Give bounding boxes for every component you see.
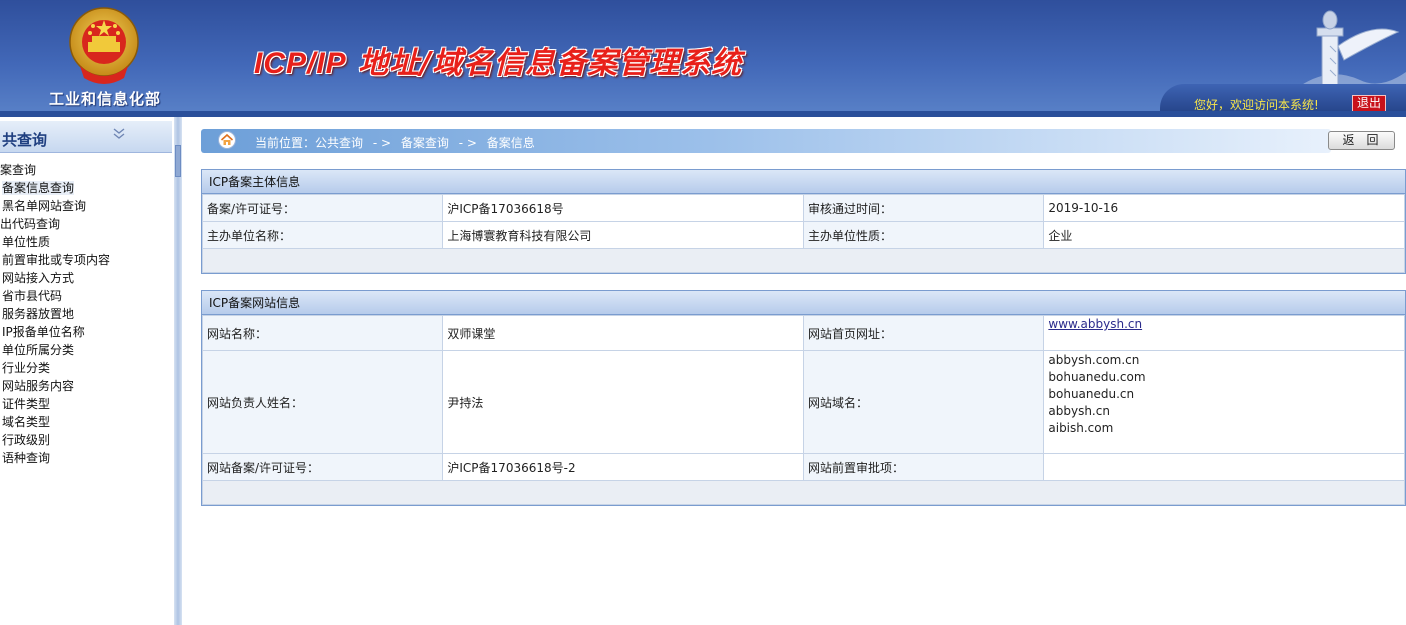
owner-label: 网站负责人姓名： [201,350,444,454]
table-row: 网站名称： 双师课堂 网站首页网址： www.abbysh.cn [201,315,1405,351]
org-name-value: 上海博寰教育科技有限公司 [442,221,804,249]
menu-item-server-location[interactable]: 服务器放置地 [0,305,174,323]
site-header: 工业和信息化部 ICP/IP 地址/域名信息备案管理系统 您好，欢迎访问本系统!… [0,0,1406,117]
site-name-label: 网站名称： [201,315,444,351]
menu-item-code-query[interactable]: 出代码查询 [0,215,174,233]
domain-label: 网站域名： [802,350,1045,454]
sidebar-menu: 案查询 备案信息查询 黑名单网站查询 出代码查询 单位性质 前置审批或专项内容 … [0,161,174,467]
breadcrumb-level2[interactable]: 备案查询 [401,136,449,150]
breadcrumb: 当前位置：公共查询 - > 备案查询 - > 备案信息 [255,134,541,151]
table-row: 主办单位名称： 上海博寰教育科技有限公司 主办单位性质： 企业 [201,221,1405,249]
menu-item-label: 服务器放置地 [2,307,75,321]
menu-item-record-query[interactable]: 案查询 [0,161,174,179]
back-button[interactable]: 返回 [1328,131,1395,150]
subject-table: 备案/许可证号： 沪ICP备17036618号 审核通过时间： 2019-10-… [201,194,1405,273]
sidebar-title: 共查询 [2,131,48,149]
breadcrumb-level3: 备案信息 [486,136,535,150]
site-license-value: 沪ICP备17036618号-2 [442,453,804,481]
icp-subject-panel: ICP备案主体信息 备案/许可证号： 沪ICP备17036618号 审核通过时间… [201,169,1406,274]
org-nature-label: 主办单位性质： [802,221,1045,249]
menu-item-label: 行政级别 [2,433,51,447]
homepage-link[interactable]: www.abbysh.cn [1048,317,1142,331]
breadcrumb-root: 当前位置：公共查询 [255,136,364,150]
menu-item-region-code[interactable]: 省市县代码 [0,287,174,305]
domain-item: abbysh.cn [1048,404,1110,418]
menu-item-label: 黑名单网站查询 [2,199,87,213]
icp-site-panel: ICP备案网站信息 网站名称： 双师课堂 网站首页网址： www.abbysh.… [201,290,1406,506]
panel-title: ICP备案网站信息 [202,291,1405,315]
menu-item-label: 语种查询 [2,451,51,465]
menu-item-label: 出代码查询 [0,217,61,231]
menu-item-label: 域名类型 [2,415,51,429]
panel-title: ICP备案主体信息 [202,170,1405,194]
splitter-grip[interactable] [175,145,181,177]
menu-item-access-method[interactable]: 网站接入方式 [0,269,174,287]
menu-item-label: 单位性质 [2,235,51,249]
menu-item-label: 备案信息查询 [2,181,75,195]
system-title-prefix: ICP/IP [254,47,347,80]
homepage-label: 网站首页网址： [802,315,1045,351]
menu-item-admin-level[interactable]: 行政级别 [0,431,174,449]
menu-item-label: 省市县代码 [2,289,63,303]
homepage-cell: www.abbysh.cn [1043,315,1405,351]
menu-item-org-nature[interactable]: 单位性质 [0,233,174,251]
table-row: 网站负责人姓名： 尹持法 网站域名： abbysh.com.cn bohuane… [201,350,1405,454]
table-footer-row [202,480,1405,505]
menu-item-label: IP报备单位名称 [2,325,85,339]
approve-time-value: 2019-10-16 [1043,194,1405,222]
menu-item-service-content[interactable]: 网站服务内容 [0,377,174,395]
site-name-value: 双师课堂 [442,315,804,351]
menu-item-label: 网站服务内容 [2,379,75,393]
breadcrumb-separator: - > [458,136,477,150]
greeting-text: 您好，欢迎访问本系统! [1194,98,1319,112]
site-license-label: 网站备案/许可证号： [201,453,444,481]
sidebar-splitter[interactable] [174,117,182,625]
menu-item-language[interactable]: 语种查询 [0,449,174,467]
license-value: 沪ICP备17036618号 [442,194,804,222]
preapproval-label: 网站前置审批项： [802,453,1045,481]
menu-item-label: 前置审批或专项内容 [2,253,111,267]
menu-item-industry[interactable]: 行业分类 [0,359,174,377]
preapproval-value [1043,453,1405,481]
menu-item-label: 案查询 [0,163,37,177]
breadcrumb-separator: - > [372,136,392,150]
domain-item: bohuanedu.cn [1048,387,1135,401]
org-name-label: 主办单位名称： [201,221,444,249]
sidebar: 共查询 案查询 备案信息查询 黑名单网站查询 出代码查询 单位性质 前置审批或专… [0,117,174,625]
system-title: ICP/IP 地址/域名信息备案管理系统 [254,38,742,82]
domain-item: aibish.com [1048,421,1114,435]
site-table: 网站名称： 双师课堂 网站首页网址： www.abbysh.cn 网站负责人姓名… [201,315,1405,505]
menu-item-label: 行业分类 [2,361,51,375]
sidebar-header: 共查询 [0,121,172,153]
menu-item-ip-org[interactable]: IP报备单位名称 [0,323,174,341]
menu-item-record-info[interactable]: 备案信息查询 [0,179,174,197]
approve-time-label: 审核通过时间： [802,194,1045,222]
menu-item-label: 单位所属分类 [2,343,75,357]
menu-item-domain-type[interactable]: 域名类型 [0,413,174,431]
system-title-rest: 地址/域名信息备案管理系统 [346,46,743,81]
menu-item-org-category[interactable]: 单位所属分类 [0,341,174,359]
domain-item: abbysh.com.cn [1048,353,1140,367]
table-row: 网站备案/许可证号： 沪ICP备17036618号-2 网站前置审批项： [201,453,1405,481]
org-nature-value: 企业 [1043,221,1405,249]
domain-list: abbysh.com.cn bohuanedu.com bohuanedu.cn… [1043,350,1405,454]
domain-item: bohuanedu.com [1048,370,1146,384]
home-icon[interactable] [218,131,236,149]
logout-button[interactable]: 退出 [1352,95,1386,112]
menu-item-cert-type[interactable]: 证件类型 [0,395,174,413]
ministry-name: 工业和信息化部 [48,90,161,108]
table-row: 备案/许可证号： 沪ICP备17036618号 审核通过时间： 2019-10-… [201,194,1405,222]
menu-item-blacklist[interactable]: 黑名单网站查询 [0,197,174,215]
table-footer-row [202,248,1405,273]
collapse-chevron-icon[interactable] [112,127,126,141]
national-emblem-icon [69,7,139,84]
license-label: 备案/许可证号： [201,194,444,222]
menu-item-preapproval[interactable]: 前置审批或专项内容 [0,251,174,269]
menu-item-label: 证件类型 [2,397,51,411]
owner-value: 尹持法 [442,350,804,454]
menu-item-label: 网站接入方式 [2,271,75,285]
